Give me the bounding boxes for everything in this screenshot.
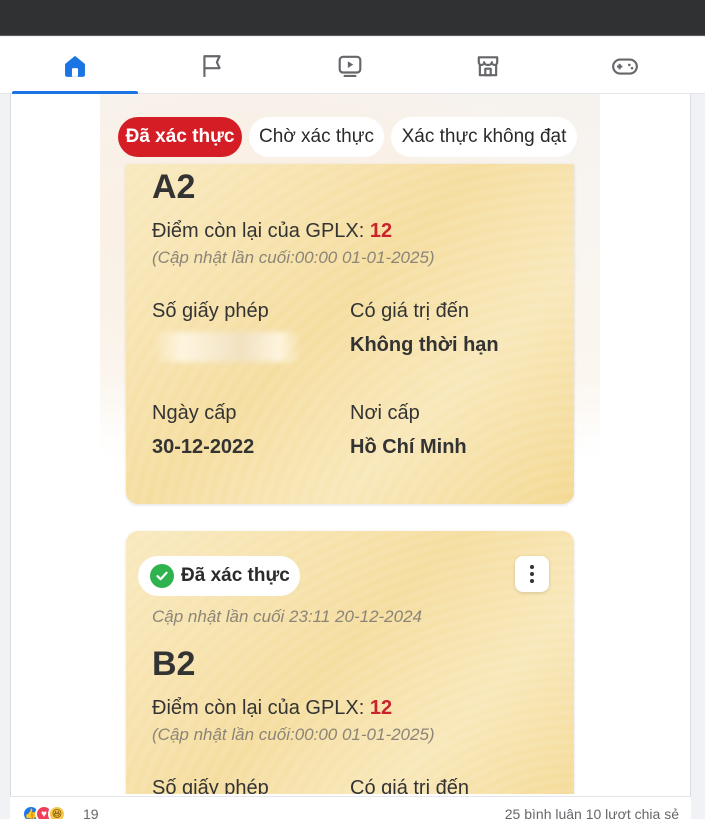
check-circle-icon xyxy=(150,564,174,588)
more-vertical-icon-dot xyxy=(530,579,534,583)
post-card: Đã xác thực Chờ xác thực Xác thực không … xyxy=(10,94,691,819)
marketplace-icon xyxy=(477,55,499,76)
license-number-label: Số giấy phép xyxy=(152,300,269,322)
main-nav-bar xyxy=(0,37,705,95)
more-vertical-icon-dot xyxy=(530,565,534,569)
points-label: Điểm còn lại của GPLX: xyxy=(152,220,370,242)
license-class: A2 xyxy=(152,168,196,206)
points-label: Điểm còn lại của GPLX: xyxy=(152,697,370,719)
verified-badge: Đã xác thực xyxy=(138,556,300,596)
points-value: 12 xyxy=(369,220,393,242)
post-border-left xyxy=(10,94,11,819)
reaction-icons[interactable]: 👍 ♥ 😆 xyxy=(22,805,66,819)
nav-pages[interactable] xyxy=(149,37,275,94)
nav-gaming[interactable] xyxy=(562,37,688,94)
points-updated: (Cập nhật lần cuối:00:00 01-01-2025) xyxy=(152,725,435,744)
points-value: 12 xyxy=(369,697,393,719)
nav-marketplace[interactable] xyxy=(425,37,551,94)
points-updated: (Cập nhật lần cuối:00:00 01-01-2025) xyxy=(152,248,435,267)
license-number-label: Số giấy phép xyxy=(152,777,269,794)
more-vertical-icon-dot xyxy=(530,572,534,576)
more-options-button[interactable] xyxy=(515,556,549,592)
license-number-redacted xyxy=(152,332,302,362)
gaming-icon xyxy=(612,57,638,75)
reaction-count[interactable]: 19 xyxy=(83,806,99,819)
issue-date-value: 30-12-2022 xyxy=(152,436,255,458)
points-remaining: Điểm còn lại của GPLX: 12 xyxy=(152,697,392,720)
license-card-b2: Đã xác thực Cập nhật lần cuối 23:11 20-1… xyxy=(126,531,574,794)
points-remaining: Điểm còn lại của GPLX: 12 xyxy=(152,220,392,243)
card-last-updated: Cập nhật lần cuối 23:11 20-12-2024 xyxy=(152,607,422,626)
post-image[interactable]: Đã xác thực Chờ xác thực Xác thực không … xyxy=(100,94,600,794)
valid-until-label: Có giá trị đến xyxy=(350,300,469,322)
nav-home[interactable] xyxy=(12,37,138,95)
flag-icon xyxy=(203,54,221,77)
post-border-right xyxy=(690,94,691,819)
browser-top-bar xyxy=(0,0,705,36)
haha-icon: 😆 xyxy=(48,805,66,819)
filter-failed[interactable]: Xác thực không đạt xyxy=(391,117,577,157)
post-footer: 👍 ♥ 😆 19 25 bình luận 10 lượt chia sẻ xyxy=(10,796,691,819)
issue-place-value: Hồ Chí Minh xyxy=(350,436,467,458)
valid-until-value: Không thời hạn xyxy=(350,334,499,356)
verified-badge-label: Đã xác thực xyxy=(181,565,290,586)
issue-place-label: Nơi cấp xyxy=(350,402,420,424)
nav-video[interactable] xyxy=(287,37,413,94)
home-icon xyxy=(65,55,85,77)
video-icon xyxy=(338,55,362,77)
filter-pending[interactable]: Chờ xác thực xyxy=(249,117,384,157)
comment-share-stats[interactable]: 25 bình luận 10 lượt chia sẻ xyxy=(505,806,679,819)
valid-until-label: Có giá trị đến xyxy=(350,777,469,794)
filter-verified[interactable]: Đã xác thực xyxy=(118,117,242,157)
license-card-a2: A2 Điểm còn lại của GPLX: 12 (Cập nhật l… xyxy=(126,164,574,504)
issue-date-label: Ngày cấp xyxy=(152,402,237,424)
license-class: B2 xyxy=(152,645,196,683)
